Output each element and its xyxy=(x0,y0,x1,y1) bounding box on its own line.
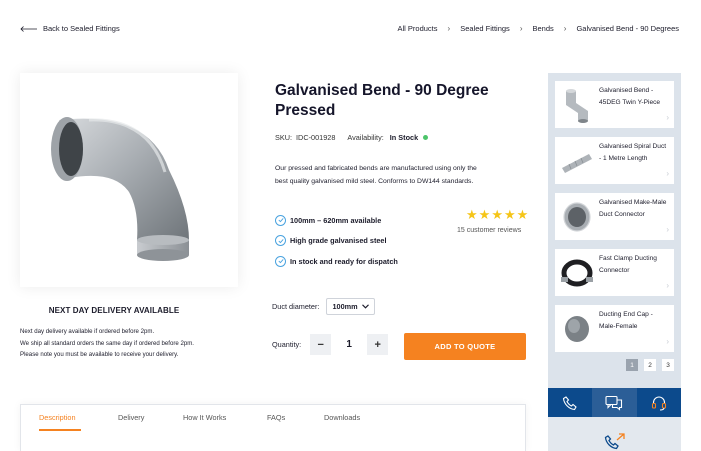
phone-icon xyxy=(563,395,577,410)
active-tab-indicator xyxy=(39,429,81,431)
star-icon: ★ xyxy=(466,207,478,222)
chat-button[interactable] xyxy=(592,388,637,417)
chevron-right-icon: › xyxy=(666,225,669,234)
quantity-row: Quantity: − 1 + xyxy=(272,334,389,355)
delivery-line: Next day delivery available if ordered b… xyxy=(20,328,155,335)
chevron-right-icon: › xyxy=(666,281,669,290)
sku-label: SKU: xyxy=(275,133,293,142)
related-product-name: Galvanised Make-Male Duct Connector xyxy=(599,199,667,218)
page-1-button[interactable]: 1 xyxy=(626,359,638,371)
bend-product-photo xyxy=(51,117,189,261)
chat-icon xyxy=(605,395,623,411)
in-stock-dot-icon xyxy=(423,135,429,140)
quantity-label: Quantity: xyxy=(272,340,302,349)
arrow-left-icon xyxy=(20,25,37,32)
pagination: 1 2 3 xyxy=(626,359,674,371)
breadcrumb-current: Galvanised Bend - 90 Degrees xyxy=(576,24,679,33)
call-out-icon xyxy=(604,433,625,450)
related-product-item[interactable]: Fast Clamp Ducting Connector › xyxy=(555,249,674,296)
related-product-item[interactable]: Galvanised Make-Male Duct Connector › xyxy=(555,193,674,240)
check-circle-icon xyxy=(275,214,286,226)
quantity-decrease-button[interactable]: − xyxy=(310,334,332,355)
back-link[interactable]: Back to Sealed Fittings xyxy=(20,24,120,33)
check-circle-icon xyxy=(275,255,286,267)
tab-downloads[interactable]: Downloads xyxy=(324,413,360,422)
product-tabs: Description Delivery How It Works FAQs D… xyxy=(20,404,526,451)
related-product-item[interactable]: Ducting End Cap - Male-Female › xyxy=(555,305,674,352)
feature-list: 100mm – 620mm available High grade galva… xyxy=(275,210,398,272)
page-3-button[interactable]: 3 xyxy=(662,359,674,371)
chevron-right-icon: › xyxy=(666,337,669,346)
add-to-quote-button[interactable]: ADD TO QUOTE xyxy=(404,333,526,360)
phone-button[interactable] xyxy=(548,388,592,417)
delivery-title: NEXT DAY DELIVERY AVAILABLE xyxy=(48,306,180,315)
feature-item: 100mm – 620mm available xyxy=(275,210,398,231)
breadcrumb-all-products[interactable]: All Products xyxy=(397,24,437,33)
reviews-link[interactable]: 15 customer reviews xyxy=(457,227,521,234)
star-icon: ★ xyxy=(516,207,529,222)
rating-stars: ★ ★ ★ ★ ★ xyxy=(466,208,528,222)
breadcrumb-sealed-fittings[interactable]: Sealed Fittings xyxy=(460,24,510,33)
star-icon: ★ xyxy=(491,207,503,222)
breadcrumb: All Products › Sealed Fittings › Bends ›… xyxy=(397,24,679,33)
duct-diameter-value: 100mm xyxy=(332,302,358,311)
contact-panel xyxy=(548,417,681,451)
sku-value: IDC-001928 xyxy=(296,133,336,142)
related-product-name: Ducting End Cap - Male-Female xyxy=(599,311,653,330)
end-cap-icon xyxy=(555,305,599,352)
support-button[interactable] xyxy=(637,388,681,417)
feature-label: High grade galvanised steel xyxy=(290,236,387,246)
star-icon: ★ xyxy=(503,207,516,222)
related-product-name: Galvanised Spiral Duct - 1 Metre Length xyxy=(599,143,667,162)
feature-item: In stock and ready for dispatch xyxy=(275,251,398,272)
feature-label: 100mm – 620mm available xyxy=(290,215,382,225)
headset-icon xyxy=(651,396,666,410)
tab-delivery[interactable]: Delivery xyxy=(118,413,144,422)
product-meta: SKU: IDC-001928 Availability: In Stock xyxy=(275,133,429,142)
back-link-label: Back to Sealed Fittings xyxy=(43,24,120,33)
duct-diameter-row: Duct diameter: 100mm xyxy=(272,298,376,315)
related-product-item[interactable]: Galvanised Bend - 45DEG Twin Y-Piece › xyxy=(555,81,674,128)
duct-diameter-label: Duct diameter: xyxy=(272,302,320,311)
check-circle-icon xyxy=(275,235,286,247)
availability-label: Availability: xyxy=(347,133,384,142)
delivery-line: Please note you must be available to rec… xyxy=(20,351,179,358)
star-icon: ★ xyxy=(478,207,491,222)
chevron-down-icon xyxy=(362,304,370,309)
feature-label: In stock and ready for dispatch xyxy=(290,256,398,266)
product-description: Our pressed and fabricated bends are man… xyxy=(275,165,477,186)
chevron-right-icon: › xyxy=(666,169,669,178)
page-2-button[interactable]: 2 xyxy=(644,359,656,371)
delivery-line: We ship all standard orders the same day… xyxy=(20,339,194,347)
product-image xyxy=(20,73,238,287)
clamp-icon xyxy=(555,249,599,296)
related-product-name: Fast Clamp Ducting Connector xyxy=(599,255,657,274)
chevron-right-icon: › xyxy=(447,24,451,33)
contact-bar xyxy=(548,388,681,417)
availability-value: In Stock xyxy=(389,133,419,142)
quantity-value[interactable]: 1 xyxy=(331,339,367,350)
breadcrumb-bends[interactable]: Bends xyxy=(532,24,553,33)
chevron-right-icon: › xyxy=(563,24,567,33)
tab-faqs[interactable]: FAQs xyxy=(267,413,285,422)
related-product-item[interactable]: Galvanised Spiral Duct - 1 Metre Length … xyxy=(555,137,674,184)
tab-description[interactable]: Description xyxy=(39,413,76,422)
chevron-right-icon: › xyxy=(519,24,523,33)
product-title: Galvanised Bend - 90 Degree Pressed xyxy=(275,82,489,119)
connector-icon xyxy=(555,193,599,240)
delivery-info: Next day delivery available if ordered b… xyxy=(20,326,235,361)
spiral-duct-icon xyxy=(555,137,599,184)
related-product-name: Galvanised Bend - 45DEG Twin Y-Piece xyxy=(599,87,661,106)
y-piece-icon xyxy=(555,81,599,128)
feature-item: High grade galvanised steel xyxy=(275,231,398,252)
duct-diameter-select[interactable]: 100mm xyxy=(326,298,376,315)
chevron-right-icon: › xyxy=(666,113,669,122)
quantity-increase-button[interactable]: + xyxy=(367,334,389,355)
tab-how-it-works[interactable]: How It Works xyxy=(183,413,226,422)
